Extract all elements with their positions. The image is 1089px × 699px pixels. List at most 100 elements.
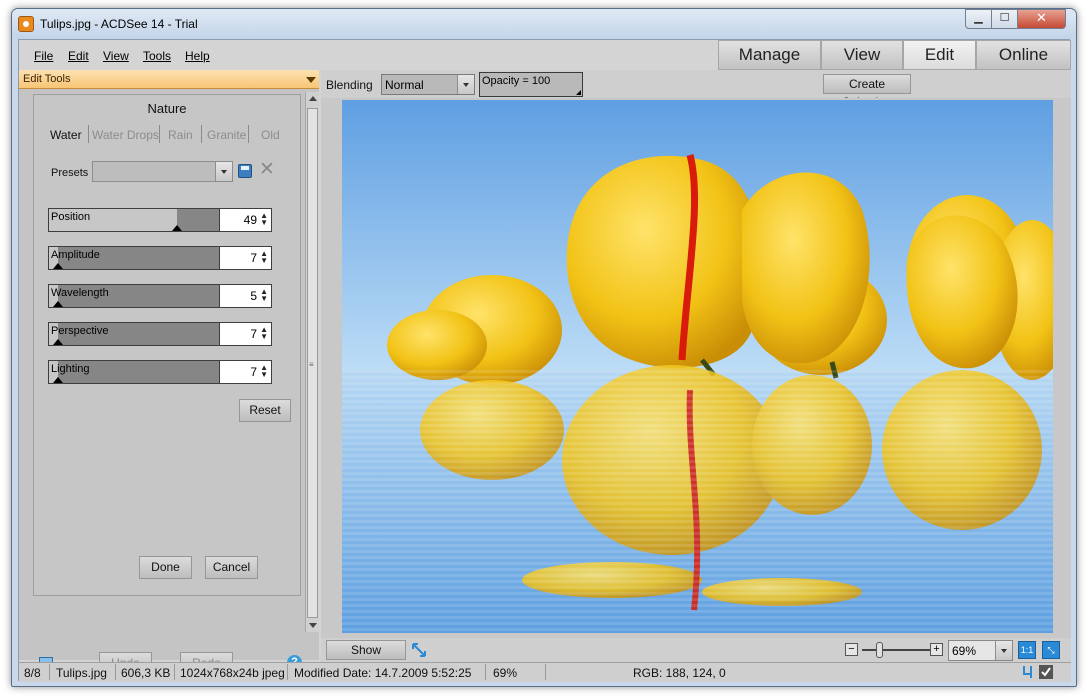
minimize-button[interactable]: ▁ [965, 9, 992, 29]
subtab-divider [201, 125, 202, 143]
slider-label: Wavelength [51, 287, 109, 299]
show-previous-button[interactable]: Show Previous [326, 640, 406, 675]
chevron-down-icon[interactable] [306, 77, 316, 83]
lighting-slider[interactable]: Lighting 7 ▲ ▼ [48, 360, 272, 384]
menu-file[interactable]: File [34, 49, 53, 63]
spin-arrows-icon[interactable]: ▲ ▼ [260, 288, 268, 303]
checkmark-icon[interactable] [1039, 665, 1053, 679]
menu-view[interactable]: View [103, 49, 129, 63]
edit-tools-header[interactable]: Edit Tools [19, 70, 319, 89]
position-value-field[interactable]: 49 ▲ ▼ [219, 209, 271, 231]
blending-value: Normal [385, 78, 424, 92]
tab-edit[interactable]: Edit [903, 40, 976, 70]
opacity-slider[interactable]: Opacity = 100 [479, 72, 583, 97]
tulips-image [342, 100, 1053, 633]
tab-manage[interactable]: Manage [718, 40, 821, 70]
window-title: Tulips.jpg - ACDSee 14 - Trial [40, 17, 198, 31]
chevron-down-icon[interactable] [215, 162, 232, 181]
status-divider [485, 664, 486, 680]
fit-image-icon[interactable]: ⤡ [1042, 641, 1060, 659]
slider-value: 7 [250, 251, 257, 265]
slider-thumb[interactable] [576, 90, 581, 95]
spin-arrows-icon[interactable]: ▲ ▼ [260, 326, 268, 341]
cancel-button[interactable]: Cancel [205, 556, 258, 579]
slider-thumb[interactable] [53, 263, 63, 269]
chevron-down-icon[interactable] [457, 75, 474, 94]
subtab-old[interactable]: Old [261, 128, 280, 142]
opacity-label: Opacity = 100 [482, 75, 551, 87]
tulips-photo[interactable] [342, 100, 1053, 633]
acdsee-app-icon[interactable] [18, 16, 34, 32]
perspective-slider[interactable]: Perspective 7 ▲ ▼ [48, 322, 272, 346]
slider-label: Lighting [51, 363, 90, 375]
slider-thumb[interactable] [53, 301, 63, 307]
slider-label: Position [51, 211, 91, 223]
presets-dropdown[interactable] [92, 161, 233, 182]
presets-label: Presets [51, 167, 89, 179]
resize-arrows-icon[interactable] [411, 642, 427, 658]
image-canvas[interactable] [321, 98, 1071, 638]
status-zoom: 69% [493, 666, 518, 680]
application-window: Tulips.jpg - ACDSee 14 - Trial ▁ ☐ ✕ Fil… [11, 8, 1077, 687]
subtab-granite[interactable]: Granite [207, 128, 246, 142]
chevron-down-icon[interactable] [995, 641, 1012, 660]
spin-arrows-icon[interactable]: ▲ ▼ [260, 364, 268, 379]
close-icon: ✕ [1036, 10, 1047, 25]
panel-scrollbar[interactable]: ≡ [305, 92, 319, 632]
menu-help[interactable]: Help [185, 49, 210, 63]
zoom-slider-thumb[interactable] [876, 642, 883, 658]
amplitude-value-field[interactable]: 7 ▲ ▼ [219, 247, 271, 269]
reset-button[interactable]: Reset [239, 399, 291, 422]
done-button[interactable]: Done [139, 556, 192, 579]
subtab-water-drops[interactable]: Water Drops [92, 128, 159, 142]
spin-arrows-icon[interactable]: ▲ ▼ [260, 250, 268, 265]
status-divider [287, 664, 288, 680]
slider-thumb[interactable] [53, 339, 63, 345]
edit-tools-panel: Edit Tools Nature Water Water Drops Rain… [19, 70, 319, 675]
spin-arrows-icon[interactable]: ▲ ▼ [260, 212, 268, 227]
actual-size-icon[interactable]: 1:1 [1018, 641, 1036, 659]
amplitude-slider[interactable]: Amplitude 7 ▲ ▼ [48, 246, 272, 270]
status-divider [115, 664, 116, 680]
status-modified: Modified Date: 14.7.2009 5:52:25 [294, 666, 472, 680]
wavelength-value-field[interactable]: 5 ▲ ▼ [219, 285, 271, 307]
close-button[interactable]: ✕ [1018, 9, 1066, 29]
subtab-water[interactable]: Water [50, 128, 82, 142]
zoom-dropdown[interactable]: 69% [948, 640, 1013, 661]
menu-edit[interactable]: Edit [68, 49, 89, 63]
status-divider [545, 664, 546, 680]
status-index: 8/8 [24, 666, 41, 680]
save-preset-icon[interactable] [238, 164, 252, 178]
zoom-value: 69% [952, 644, 977, 658]
slider-label: Perspective [51, 325, 109, 337]
slider-thumb[interactable] [172, 225, 182, 231]
title-bar[interactable]: Tulips.jpg - ACDSee 14 - Trial ▁ ☐ ✕ [12, 9, 1076, 39]
zoom-out-button[interactable]: − [845, 643, 858, 656]
delete-preset-icon[interactable]: ✕ [258, 160, 276, 179]
position-slider[interactable]: Position 49 ▲ ▼ [48, 208, 272, 232]
lighting-value-field[interactable]: 7 ▲ ▼ [219, 361, 271, 383]
slider-value: 5 [250, 289, 257, 303]
maximize-icon: ☐ [999, 12, 1010, 24]
menu-tools[interactable]: Tools [143, 49, 171, 63]
subtab-rain[interactable]: Rain [168, 128, 193, 142]
create-selection-button[interactable]: Create Selection [823, 74, 911, 109]
zoom-slider-track[interactable] [862, 649, 930, 651]
slider-thumb[interactable] [53, 377, 63, 383]
slider-label: Amplitude [51, 249, 100, 261]
lightning-icon[interactable] [1021, 665, 1035, 679]
tab-online[interactable]: Online [976, 40, 1071, 70]
scroll-up-icon[interactable] [309, 96, 317, 101]
zoom-in-button[interactable]: + [930, 643, 943, 656]
perspective-value-field[interactable]: 7 ▲ ▼ [219, 323, 271, 345]
status-divider [49, 664, 50, 680]
wavelength-slider[interactable]: Wavelength 5 ▲ ▼ [48, 284, 272, 308]
blending-dropdown[interactable]: Normal [381, 74, 475, 95]
effect-title: Nature [147, 101, 187, 116]
tab-view[interactable]: View [821, 40, 903, 70]
maximize-button[interactable]: ☐ [992, 9, 1018, 29]
canvas-bottom-bar: Show Previous − + 69% 1:1 ⤡ [321, 638, 1071, 675]
slider-value: 7 [250, 365, 257, 379]
scroll-down-icon[interactable] [309, 623, 317, 628]
blending-toolbar: Blending Normal Opacity = 100 Create Sel… [321, 70, 1071, 109]
